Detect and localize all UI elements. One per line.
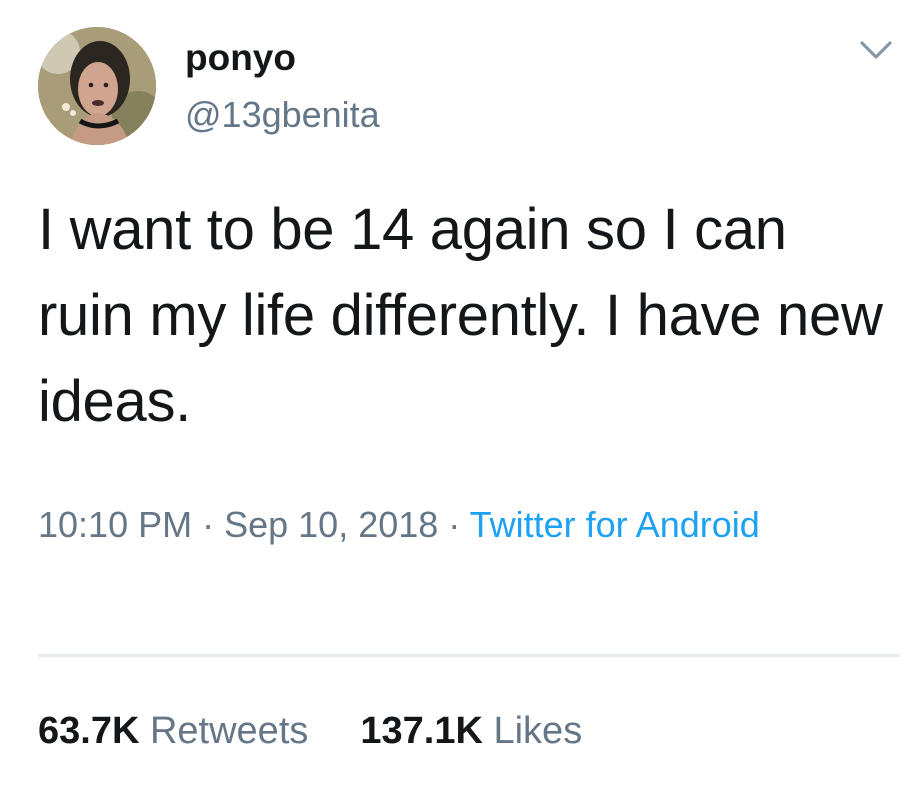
tweet-stats: 63.7K Retweets 137.1K Likes (38, 708, 582, 754)
tweet-text: I want to be 14 again so I can ruin my l… (38, 197, 883, 434)
chevron-down-icon[interactable] (856, 35, 896, 65)
retweets-stat[interactable]: 63.7K Retweets (38, 708, 308, 754)
retweets-label: Retweets (149, 710, 309, 752)
likes-count: 137.1K (360, 710, 483, 752)
tweet-source-link[interactable]: Twitter for Android (470, 504, 760, 545)
divider (38, 654, 900, 657)
retweets-count: 63.7K (38, 710, 140, 752)
likes-label: Likes (493, 710, 583, 752)
avatar[interactable] (38, 27, 156, 145)
likes-stat[interactable]: 137.1K Likes (360, 708, 582, 754)
tweet-meta: 10:10 PM · Sep 10, 2018 · Twitter for An… (38, 496, 888, 553)
tweet-date[interactable]: Sep 10, 2018 (224, 504, 438, 545)
meta-separator: · (438, 504, 470, 545)
avatar-photo (38, 27, 156, 145)
display-name[interactable]: ponyo (185, 36, 296, 80)
meta-separator: · (192, 504, 225, 545)
tweet-time[interactable]: 10:10 PM (38, 504, 192, 545)
user-handle[interactable]: @13gbenita (185, 93, 380, 137)
